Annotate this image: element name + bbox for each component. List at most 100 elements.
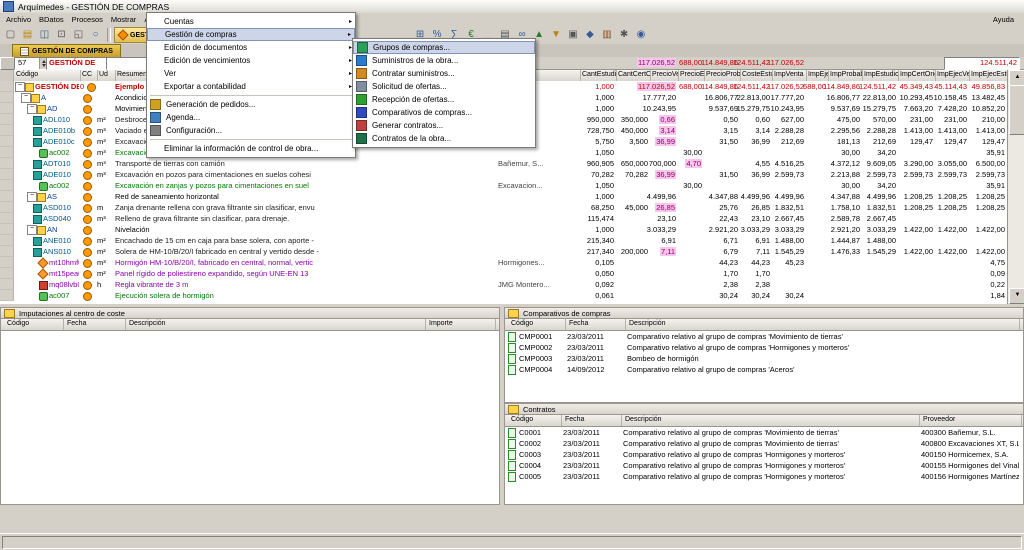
column-header-impcertorig[interactable]: ImpCertOrig: [898, 70, 936, 81]
expand-toggle-icon[interactable]: [27, 192, 37, 202]
expand-toggle-icon[interactable]: [27, 104, 37, 114]
table-row-11[interactable]: ASD010mZanja drenante rellena con grava …: [0, 202, 1007, 213]
submenu-item-contratos-de-la-obra[interactable]: Contratos de la obra...: [353, 132, 535, 145]
expand-toggle-icon[interactable]: [27, 225, 37, 235]
column-header-descripción[interactable]: Descripción: [623, 415, 920, 426]
column-header-cantcertorig[interactable]: CantCertOrig: [616, 70, 651, 81]
submenu-item-generar-contratos[interactable]: Generar contratos...: [353, 119, 535, 132]
column-header-descripción[interactable]: Descripción: [627, 319, 1020, 330]
table-row-19[interactable]: ac007Ejecución solera de hormigón0,06130…: [0, 290, 1007, 301]
row-selector[interactable]: [0, 169, 14, 180]
column-header-impventa[interactable]: ImpVenta: [772, 70, 807, 81]
row-selector[interactable]: [0, 235, 14, 246]
search-icon[interactable]: ○: [87, 28, 104, 43]
vertical-scrollbar[interactable]: [1007, 70, 1024, 304]
table-row-8[interactable]: ADE010m³Excavación en pozos para cimenta…: [0, 169, 1007, 180]
active-code-field[interactable]: GESTIÓN DE: [46, 57, 108, 70]
edit-bar-value[interactable]: 688,00: [679, 58, 702, 67]
list-row-C0002[interactable]: C000223/03/2011Comparativo relativo al g…: [505, 438, 1023, 449]
tab-gestion-de-compras[interactable]: GESTIÓN DE COMPRAS: [12, 44, 121, 57]
column-header-precioprobable[interactable]: PrecioProbable: [704, 70, 741, 81]
table-row-9[interactable]: ac002Excavación en zanjas y pozos para c…: [0, 180, 1007, 191]
list-row-CMP0001[interactable]: CMP000123/03/2011Comparativo relativo al…: [505, 331, 1023, 342]
row-selector[interactable]: [0, 92, 14, 103]
column-header-costeestudio[interactable]: CosteEstudio: [740, 70, 773, 81]
submenu-item-suministros-de-la-obra[interactable]: Suministros de la obra...: [353, 54, 535, 67]
menu-item-gestión-de-compras[interactable]: Gestión de compras: [147, 28, 355, 41]
column-header-código[interactable]: Código: [509, 415, 562, 426]
table-row-14[interactable]: ANE010m²Encachado de 15 cm en caja para …: [0, 235, 1007, 246]
menu-item-eliminar-la-información-de-control-de-obra[interactable]: Eliminar la información de control de ob…: [147, 142, 355, 155]
scroll-down-icon[interactable]: [1009, 288, 1024, 304]
column-header-cantestudio[interactable]: CantEstudio: [580, 70, 617, 81]
list-row-C0005[interactable]: C000523/03/2011Comparativo relativo al g…: [505, 471, 1023, 482]
menu-item-edición-de-vencimientos[interactable]: Edición de vencimientos: [147, 54, 355, 67]
row-selector[interactable]: [0, 191, 14, 202]
row-number-spinner[interactable]: 57: [14, 57, 49, 70]
column-header-precioejec[interactable]: PrecioEjec: [678, 70, 705, 81]
table-row-13[interactable]: ANNivelación1,0003.033,292.921,203.033,2…: [0, 224, 1007, 235]
row-selector[interactable]: [0, 103, 14, 114]
edit-bar-value[interactable]: 117.026,52: [767, 58, 804, 67]
column-header-código[interactable]: Código: [14, 70, 81, 81]
gear-icon[interactable]: ✱: [616, 28, 633, 43]
column-header-importe[interactable]: Importe: [427, 319, 496, 330]
row-selector[interactable]: [0, 279, 14, 290]
row-selector[interactable]: [0, 213, 14, 224]
graph-icon[interactable]: ◆: [582, 28, 599, 43]
menu-item-ver[interactable]: Ver: [147, 67, 355, 80]
menubar-item-bdatos[interactable]: BDatos: [35, 14, 68, 25]
column-header-código[interactable]: Código: [5, 319, 64, 330]
column-header-fecha[interactable]: Fecha: [563, 415, 622, 426]
row-selector[interactable]: [0, 158, 14, 169]
row-selector[interactable]: [0, 114, 14, 125]
preview-icon[interactable]: ◱: [70, 28, 87, 43]
submenu-item-comparativos-de-compras[interactable]: Comparativos de compras...: [353, 106, 535, 119]
expand-toggle-icon[interactable]: [15, 82, 25, 92]
menu-item-agenda[interactable]: Agenda...: [147, 111, 355, 124]
table-row-7[interactable]: ADT010m³Transporte de tierras con camión…: [0, 158, 1007, 169]
menu-item-exportar-a-contabilidad[interactable]: Exportar a contabilidad: [147, 80, 355, 93]
menu-item-cuentas[interactable]: Cuentas: [147, 15, 355, 28]
submenu-item-recepción-de-ofertas[interactable]: Recepción de ofertas...: [353, 93, 535, 106]
new-file-icon[interactable]: ▢: [2, 28, 19, 43]
table-row-15[interactable]: ANS010m²Solera de HM-10/B/20/I fabricado…: [0, 246, 1007, 257]
column-header-cc[interactable]: CC: [80, 70, 98, 81]
corner-cell-button[interactable]: [0, 57, 15, 70]
column-header-fecha[interactable]: Fecha: [567, 319, 626, 330]
row-selector[interactable]: [0, 136, 14, 147]
column-header-fecha[interactable]: Fecha: [65, 319, 126, 330]
column-header-impejecventa[interactable]: ImpEjecVenta: [935, 70, 970, 81]
open-folder-icon[interactable]: ▤: [19, 28, 36, 43]
column-header-impejec[interactable]: ImpEjec: [806, 70, 829, 81]
row-selector[interactable]: [0, 202, 14, 213]
column-header-precioventa[interactable]: PrecioVenta: [650, 70, 679, 81]
table-row-17[interactable]: mt15pea020m²Panel rígido de poliestireno…: [0, 268, 1007, 279]
column-header-impejecestudio[interactable]: ImpEjecEstudio: [969, 70, 1008, 81]
print-icon[interactable]: ⊡: [53, 28, 70, 43]
table-row-16[interactable]: mt10hmf010m³Hormigón HM-10/B/20/I, fabri…: [0, 257, 1007, 268]
table-row-10[interactable]: ASRed de saneamiento horizontal1,0004.49…: [0, 191, 1007, 202]
row-selector[interactable]: [0, 81, 14, 92]
import-icon[interactable]: ▼: [548, 28, 565, 43]
submenu-item-grupos-de-compras[interactable]: Grupos de compras...: [353, 41, 535, 54]
row-selector[interactable]: [0, 224, 14, 235]
row-selector[interactable]: [0, 246, 14, 257]
column-header-impestudio[interactable]: ImpEstudio: [862, 70, 899, 81]
table-row-18[interactable]: mq08lvb020hRegla vibrante de 3 mJMG Mont…: [0, 279, 1007, 290]
list-row-CMP0004[interactable]: CMP000414/09/2012Comparativo relativo al…: [505, 364, 1023, 375]
row-selector[interactable]: [0, 147, 14, 158]
list-row-C0003[interactable]: C000323/03/2011Comparativo relativo al g…: [505, 449, 1023, 460]
notes-icon[interactable]: ▣: [565, 28, 582, 43]
column-header-ud[interactable]: Ud: [97, 70, 116, 81]
edit-bar-value[interactable]: 117.026,52: [637, 58, 676, 67]
row-selector[interactable]: [0, 257, 14, 268]
list-row-C0004[interactable]: C000423/03/2011Comparativo relativo al g…: [505, 460, 1023, 471]
menubar-item-archivo[interactable]: Archivo: [2, 14, 35, 25]
save-icon[interactable]: ◫: [36, 28, 53, 43]
menu-item-edición-de-documentos[interactable]: Edición de documentos: [147, 41, 355, 54]
expand-toggle-icon[interactable]: [21, 93, 31, 103]
info-icon[interactable]: ◉: [633, 28, 650, 43]
scroll-thumb[interactable]: [1009, 85, 1024, 135]
submenu-item-solicitud-de-ofertas[interactable]: Solicitud de ofertas...: [353, 80, 535, 93]
